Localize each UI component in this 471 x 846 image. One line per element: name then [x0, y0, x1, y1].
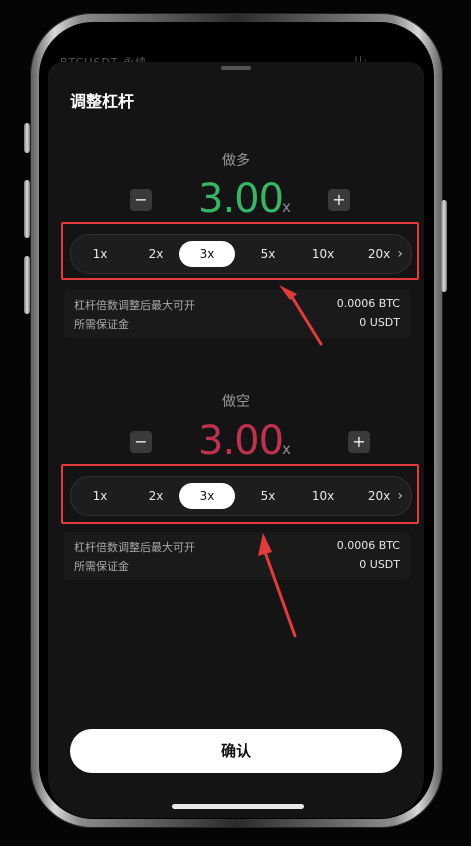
annotation-arrows	[258, 285, 323, 638]
short-arrow-icon	[258, 533, 297, 638]
long-arrow-icon	[279, 285, 323, 346]
